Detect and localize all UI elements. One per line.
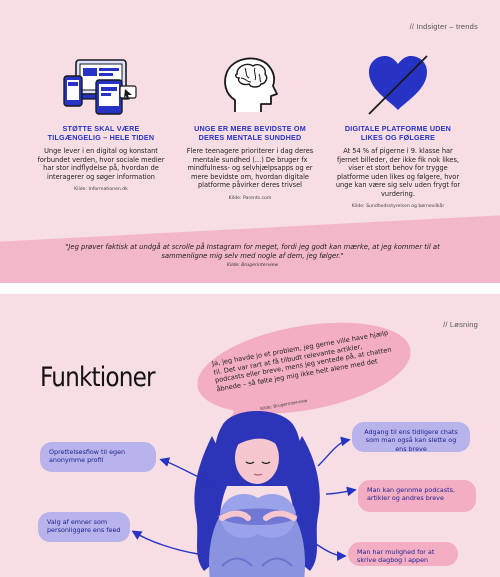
quote-source: Kilde: Brugerinterview xyxy=(226,263,279,269)
insight-column-no-likes: DIGITALE PLATFORME UDEN LIKES OG FØLGERE… xyxy=(333,52,463,209)
insight-heading: DIGITALE PLATFORME UDEN LIKES OG FØLGERE xyxy=(344,124,452,142)
insights-slide: // Indsigter – trends STØTTE SKAL VÆRE T… xyxy=(0,0,500,283)
user-quote: "Jeg prøver faktisk at undgå at scrolle … xyxy=(60,243,445,270)
insight-source: Kilde: Informationen.dk xyxy=(74,187,128,193)
insight-heading: STØTTE SKAL VÆRE TILGÆNGELIG – HELE TIDE… xyxy=(47,124,155,142)
features-slide: // Løsning Funktioner Ja, jeg havde jo e… xyxy=(0,294,500,577)
insight-body: Flere teenagere prioriterer i dag deres … xyxy=(186,147,314,190)
head-brain-icon xyxy=(185,52,315,116)
devices-icon xyxy=(36,52,166,116)
insight-source: Kilde: Sundhedsstyrelsen og børnevilkår xyxy=(351,204,445,210)
insight-heading: UNGE ER MERE BEVIDSTE OM DERES MENTALE S… xyxy=(194,124,306,142)
insight-column-mental-health: UNGE ER MERE BEVIDSTE OM DERES MENTALE S… xyxy=(185,52,315,201)
insight-body: Unge lever i en digital og konstant forb… xyxy=(37,147,165,181)
section-tag: // Indsigter – trends xyxy=(409,22,478,31)
quote-text: "Jeg prøver faktisk at undgå at scrolle … xyxy=(65,243,440,261)
insight-source: Kilde: Parents.com xyxy=(228,195,272,201)
crossed-heart-icon xyxy=(333,52,463,116)
connector-arrows xyxy=(131,436,357,561)
insight-column-availability: STØTTE SKAL VÆRE TILGÆNGELIG – HELE TIDE… xyxy=(36,52,166,192)
insight-body: At 54 % af pigerne i 9. klasse har fjern… xyxy=(335,147,461,198)
